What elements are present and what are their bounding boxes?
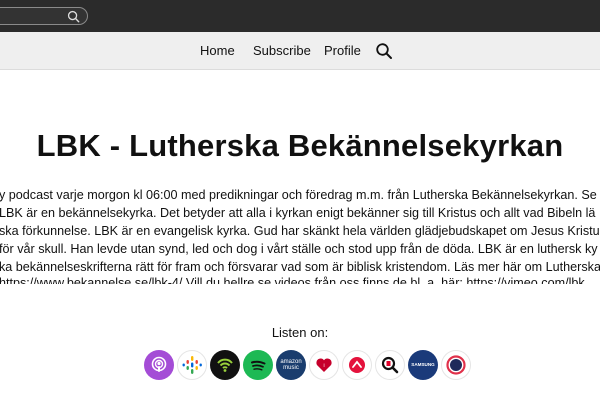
podcast-addict-icon[interactable] [210,350,240,380]
samsung-podcasts-icon[interactable]: SAMSUNG [408,350,438,380]
nav-subscribe-link[interactable]: Subscribe [253,43,311,58]
amazon-music-wordmark: amazon music [280,359,302,371]
listen-on-label: Listen on: [271,325,329,340]
description-line: ka bekännelseskrifterna rätt för fram oc… [0,260,600,274]
description-line: y podcast varje morgon kl 06:00 med pred… [0,188,597,202]
description-line: https://www.bekannelse.se/lbk-4/ Vill du… [0,276,585,284]
top-bar [0,0,600,32]
podcast-index-icon[interactable] [375,350,405,380]
search-input[interactable] [0,7,88,25]
description-line: för vår skull. Han levde utan synd, led … [0,242,598,256]
samsung-wordmark: SAMSUNG [411,361,435,367]
search-icon [67,10,80,23]
amazon-music-icon[interactable]: amazon music [276,350,306,380]
svg-text:i: i [323,363,324,369]
nav-profile-link[interactable]: Profile [324,43,361,58]
podchaser-icon[interactable] [441,350,471,380]
nav-bar: Home Subscribe Profile [0,32,600,70]
apple-podcasts-icon[interactable] [144,350,174,380]
description-line: ska förkunnelse. LBK är en evangelisk ky… [0,224,600,238]
iheartradio-icon[interactable]: i [309,350,339,380]
nav-home-link[interactable]: Home [200,43,235,58]
spotify-icon[interactable] [243,350,273,380]
description-line: LBK är en bekännelsekyrka. Det betyder a… [0,206,596,220]
castbox-icon[interactable] [342,350,372,380]
platform-links: amazon music i SAMSUNG [140,350,471,384]
nav-search-icon[interactable] [375,42,393,60]
google-podcasts-icon[interactable] [177,350,207,380]
podcast-title: LBK - Lutherska Bekännelsekyrkan [36,128,564,163]
podcast-description: y podcast varje morgon kl 06:00 med pred… [0,188,600,284]
